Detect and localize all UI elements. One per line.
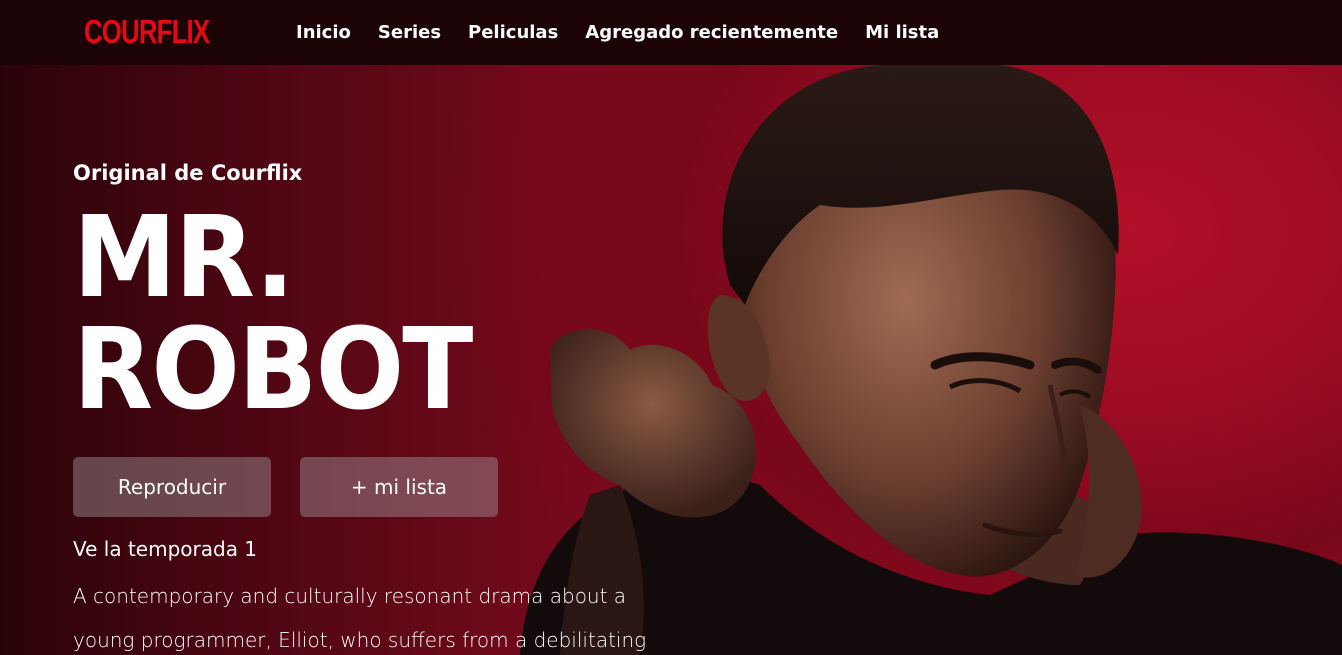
courflix-logo[interactable]: COURFLIX [84, 12, 210, 52]
add-to-my-list-button[interactable]: + mi lista [300, 457, 498, 517]
hero-synopsis: A contemporary and culturally resonant d… [73, 584, 647, 652]
play-button[interactable]: Reproducir [73, 457, 271, 517]
hero-actions: Reproducir + mi lista [73, 457, 527, 517]
hero-title-line-1: MR. [73, 193, 295, 323]
top-navigation-bar: COURFLIX Inicio Series Peliculas Agregad… [0, 0, 1342, 65]
nav-item-series[interactable]: Series [378, 20, 441, 46]
hero-title-line-2: ROBOT [73, 305, 473, 435]
season-label: Ve la temporada 1 [73, 537, 258, 561]
main-nav: Inicio Series Peliculas Agregado recient… [296, 20, 966, 46]
nav-item-inicio[interactable]: Inicio [296, 20, 351, 46]
page: COURFLIX Inicio Series Peliculas Agregad… [0, 0, 1342, 655]
hero-eyebrow: Original de Courflix [73, 161, 303, 185]
nav-item-peliculas[interactable]: Peliculas [468, 20, 558, 46]
hero-info: Original de Courflix MR. ROBOT [73, 158, 673, 426]
nav-item-mi-lista[interactable]: Mi lista [865, 20, 939, 46]
nav-item-agregado-recientemente[interactable]: Agregado recientemente [585, 20, 838, 46]
hero-title: MR. ROBOT [73, 202, 631, 426]
